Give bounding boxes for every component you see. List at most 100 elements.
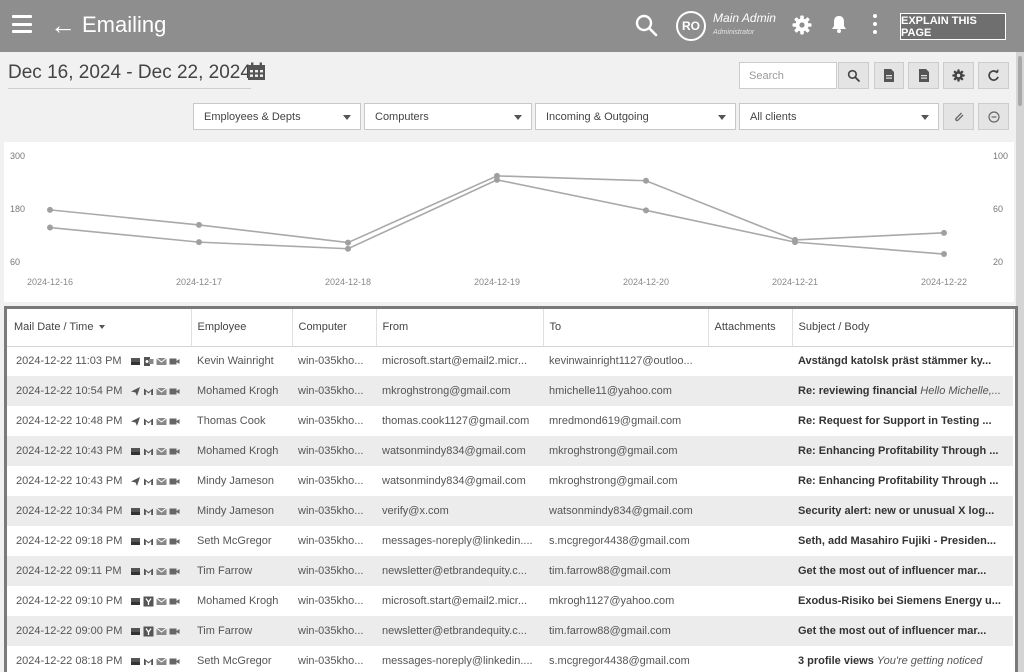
subject-text: Re: Enhancing Profitability Through ... bbox=[798, 475, 999, 487]
date-range[interactable]: Dec 16, 2024 - Dec 22, 2024 bbox=[8, 62, 251, 89]
subject-text: Get the most out of influencer mar... bbox=[798, 625, 987, 637]
subject-column-header[interactable]: Subject / Body bbox=[792, 309, 1014, 347]
from-column-header[interactable]: From bbox=[376, 309, 544, 347]
series-1-point[interactable] bbox=[345, 239, 351, 246]
series-2-point[interactable] bbox=[494, 176, 500, 183]
menu-icon[interactable] bbox=[12, 15, 32, 33]
search-input[interactable] bbox=[739, 62, 837, 89]
inbox-icon bbox=[130, 596, 141, 607]
gear-icon[interactable] bbox=[792, 15, 812, 35]
to-cell: mkroghstrong@gmail.com bbox=[543, 466, 708, 496]
bell-icon[interactable] bbox=[829, 14, 849, 34]
series-1-point[interactable] bbox=[47, 206, 53, 213]
employees-filter[interactable]: Employees & Depts bbox=[193, 103, 361, 130]
table-row[interactable]: 2024-12-22 09:11 PM Tim Farrow win-035kho.… bbox=[7, 556, 1013, 586]
subject-text: Re: Enhancing Profitability Through ... bbox=[798, 445, 999, 457]
employee-column-header[interactable]: Employee bbox=[191, 309, 293, 347]
video-icon bbox=[169, 566, 180, 577]
page-scrollbar-thumb[interactable] bbox=[1018, 56, 1022, 106]
clear-filters-button[interactable] bbox=[978, 103, 1009, 130]
subject-text: Re: reviewing financial bbox=[798, 385, 918, 397]
inbox-icon bbox=[130, 566, 141, 577]
more-options-icon[interactable] bbox=[870, 14, 880, 34]
computer-cell: win-035kho... bbox=[292, 586, 376, 616]
gmail-icon bbox=[143, 656, 154, 667]
computer-cell: win-035kho... bbox=[292, 616, 376, 646]
series-1-point[interactable] bbox=[643, 177, 649, 184]
mail-date-cell: 2024-12-22 10:43 PM bbox=[7, 436, 191, 466]
document-icon bbox=[918, 69, 929, 82]
to-column-header[interactable]: To bbox=[543, 309, 709, 347]
subject-text: 3 profile views bbox=[798, 655, 874, 667]
mail-icon bbox=[156, 656, 168, 667]
attachments-cell bbox=[708, 586, 792, 616]
chevron-down-icon bbox=[343, 115, 351, 120]
mail-date-cell: 2024-12-22 09:11 PM bbox=[7, 556, 191, 586]
search-button[interactable] bbox=[838, 62, 869, 89]
table-row[interactable]: 2024-12-22 09:18 PM Seth McGregor win-035k… bbox=[7, 526, 1013, 556]
mail-date-text: 2024-12-22 10:43 PM bbox=[16, 475, 123, 487]
mail-date-cell: 2024-12-22 10:43 PM bbox=[7, 466, 191, 496]
series-2-point[interactable] bbox=[643, 207, 649, 214]
export-pdf-button[interactable] bbox=[908, 62, 939, 89]
series-2-point[interactable] bbox=[345, 245, 351, 252]
series-2-point[interactable] bbox=[47, 224, 53, 231]
computers-filter[interactable]: Computers bbox=[364, 103, 532, 130]
table-row[interactable]: 2024-12-22 08:18 PM Seth McGregor win-035k… bbox=[7, 646, 1013, 672]
table-row[interactable]: 2024-12-22 11:03 PM Kevin Wainright win-03… bbox=[7, 346, 1013, 376]
sort-descending-icon[interactable] bbox=[99, 325, 106, 330]
table-row[interactable]: 2024-12-22 10:48 PM Thomas Cook win-035kho… bbox=[7, 406, 1013, 436]
computer-cell: win-035kho... bbox=[292, 406, 376, 436]
series-1-point[interactable] bbox=[196, 221, 202, 228]
explain-page-button[interactable]: EXPLAIN THIS PAGE bbox=[900, 13, 1006, 40]
series-2-point[interactable] bbox=[196, 239, 202, 246]
computer-cell: win-035kho... bbox=[292, 376, 376, 406]
computer-column-header[interactable]: Computer bbox=[292, 309, 377, 347]
mail-type-icons bbox=[130, 416, 180, 427]
subject-cell: Re: reviewing financial Hello Michelle,.… bbox=[792, 376, 1013, 406]
refresh-button[interactable] bbox=[978, 62, 1009, 89]
employee-cell: Tim Farrow bbox=[191, 556, 292, 586]
paperclip-icon bbox=[954, 112, 963, 121]
calendar-icon[interactable] bbox=[247, 62, 266, 81]
direction-filter[interactable]: Incoming & Outgoing bbox=[535, 103, 736, 130]
left-axis-tick: 180 bbox=[10, 204, 25, 214]
x-axis-tick: 2024-12-19 bbox=[474, 277, 520, 287]
computer-cell: win-035kho... bbox=[292, 466, 376, 496]
video-icon bbox=[169, 356, 180, 367]
series-line-1 bbox=[49, 175, 945, 244]
mail-icon bbox=[155, 356, 167, 367]
table-row[interactable]: 2024-12-22 09:00 PM Tim Farrow win-035kho.… bbox=[7, 616, 1013, 646]
table-row[interactable]: 2024-12-22 10:43 PM Mohamed Krogh win-035k… bbox=[7, 436, 1013, 466]
mail-type-icons bbox=[130, 656, 180, 667]
employee-cell: Seth McGregor bbox=[191, 526, 292, 556]
export-csv-button[interactable] bbox=[874, 62, 904, 89]
avatar[interactable]: RO bbox=[676, 11, 706, 41]
search-icon[interactable] bbox=[634, 13, 658, 37]
outlook-icon bbox=[143, 356, 154, 367]
attachment-filter-button[interactable] bbox=[943, 103, 974, 130]
mail-icon bbox=[156, 536, 168, 547]
mail-date-text: 2024-12-22 08:18 PM bbox=[16, 655, 123, 667]
clients-filter[interactable]: All clients bbox=[739, 103, 939, 130]
table-header-row: Mail Date / Time Employee Computer From To At… bbox=[7, 309, 1014, 347]
to-cell: tim.farrow88@gmail.com bbox=[543, 616, 708, 646]
email-activity-chart: 300 180 60 100 60 20 2024-12-16 2024-12-17 2024-… bbox=[4, 142, 1014, 302]
table-row[interactable]: 2024-12-22 10:54 PM Mohamed Krogh win-035k… bbox=[7, 376, 1013, 406]
attachments-column-header[interactable]: Attachments bbox=[708, 309, 793, 347]
back-arrow-icon[interactable]: ← bbox=[50, 10, 76, 40]
table-row[interactable]: 2024-12-22 10:43 PM Mindy Jameson win-035k… bbox=[7, 466, 1013, 496]
series-2-point[interactable] bbox=[941, 251, 947, 258]
series-2-point[interactable] bbox=[792, 239, 798, 246]
subject-cell: Re: Enhancing Profitability Through ... bbox=[792, 466, 1013, 496]
mail-date-column-header[interactable]: Mail Date / Time bbox=[7, 309, 192, 347]
from-cell: messages-noreply@linkedin.... bbox=[376, 646, 543, 672]
to-cell: watsonmindy834@gmail.com bbox=[543, 496, 708, 526]
table-row[interactable]: 2024-12-22 10:34 PM Mindy Jameson win-035k… bbox=[7, 496, 1013, 526]
settings-button[interactable] bbox=[943, 62, 974, 89]
chevron-down-icon bbox=[718, 115, 726, 120]
table-row[interactable]: 2024-12-22 09:10 PM Mohamed Krogh win-035k… bbox=[7, 586, 1013, 616]
search-icon bbox=[847, 69, 860, 82]
email-table: Mail Date / Time Employee Computer From To At… bbox=[4, 306, 1018, 672]
series-1-point[interactable] bbox=[941, 229, 947, 236]
